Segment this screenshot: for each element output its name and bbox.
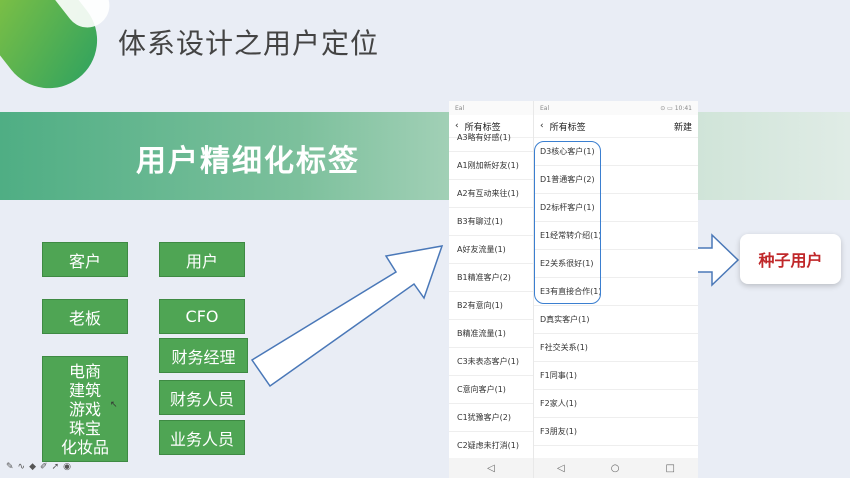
nav-bar: ‹ 所有标签 新建 — [534, 115, 698, 138]
box-finance-staff: 财务人员 — [159, 380, 245, 415]
banner-strip — [0, 112, 850, 200]
list-item[interactable]: F3朋友(1) — [534, 418, 698, 446]
status-time: ⊙ ▭ 10:41 — [660, 104, 692, 112]
diagonal-arrow-icon — [250, 245, 444, 388]
industry-construction: 建筑 — [68, 380, 101, 400]
status-bar: Eal ⊙ ▭ 10:41 — [534, 101, 698, 115]
eraser-icon[interactable]: ◆ — [29, 462, 36, 472]
industry-ecommerce: 电商 — [68, 361, 101, 381]
box-cfo: CFO — [159, 299, 245, 334]
list-item[interactable]: C意向客户(1) — [449, 376, 533, 404]
back-icon[interactable]: ‹ — [540, 121, 544, 131]
phone-screen-left: Eal ‹ 所有标签 A3略有好感(1) A1刚加新好友(1) A2有互动来往(… — [449, 101, 533, 478]
list-item[interactable]: C3未表态客户(1) — [449, 348, 533, 376]
banner-title: 用户精细化标签 — [136, 144, 360, 179]
list-item[interactable]: B3有聊过(1) — [449, 208, 533, 236]
list-item[interactable]: B精准流量(1) — [449, 320, 533, 348]
list-item[interactable]: F1同事(1) — [534, 362, 698, 390]
pen-icon[interactable]: ✎ — [6, 462, 14, 472]
seed-users-label: 种子用户 — [740, 234, 841, 284]
nav-title: 所有标签 — [464, 122, 501, 133]
list-item[interactable]: D真实客户(1) — [534, 306, 698, 334]
industry-gaming: 游戏 — [68, 399, 101, 419]
system-home-icon[interactable]: ○ — [611, 463, 620, 474]
system-nav-bar: ◁ — [449, 458, 533, 478]
list-item[interactable]: A1刚加新好友(1) — [449, 152, 533, 180]
new-tag-button[interactable]: 新建 — [674, 120, 692, 133]
industry-jewelry: 珠宝 — [68, 418, 101, 438]
system-back-icon[interactable]: ◁ — [487, 463, 495, 474]
list-item[interactable]: A好友流量(1) — [449, 236, 533, 264]
back-icon[interactable]: ‹ — [455, 121, 459, 131]
presentation-toolbar: ✎ ∿ ◆ ✐ ➚ ◉ — [6, 462, 71, 472]
highlighter-icon[interactable]: ✐ — [40, 462, 48, 472]
list-item[interactable]: B2有意向(1) — [449, 292, 533, 320]
list-item[interactable]: F2家人(1) — [534, 390, 698, 418]
target-icon[interactable]: ◉ — [63, 462, 71, 472]
box-boss: 老板 — [42, 299, 128, 334]
pointer-icon[interactable]: ➚ — [52, 462, 60, 472]
list-item[interactable]: A2有互动来往(1) — [449, 180, 533, 208]
industry-cosmetics: 化妆品 — [60, 437, 109, 457]
list-item[interactable]: B1精准客户(2) — [449, 264, 533, 292]
curve-icon[interactable]: ∿ — [18, 462, 26, 472]
signal-indicator: Eal — [540, 104, 550, 112]
mouse-cursor-icon: ↖ — [110, 400, 118, 410]
system-nav-bar: ◁ ○ □ — [534, 458, 698, 478]
box-business-staff: 业务人员 — [159, 420, 245, 455]
highlight-outline — [534, 141, 601, 304]
list-item[interactable]: F社交关系(1) — [534, 334, 698, 362]
list-item[interactable]: C2疑虑未打消(1) — [449, 432, 533, 460]
status-bar: Eal — [449, 101, 533, 115]
list-item[interactable]: C1犹豫客户(2) — [449, 404, 533, 432]
signal-indicator: Eal — [455, 104, 465, 112]
box-finance-manager: 财务经理 — [159, 338, 248, 373]
nav-title: 所有标签 — [549, 122, 586, 133]
box-customer: 客户 — [42, 242, 128, 277]
tag-list: A3略有好感(1) A1刚加新好友(1) A2有互动来往(1) B3有聊过(1)… — [449, 124, 533, 460]
system-recent-icon[interactable]: □ — [666, 463, 675, 474]
box-user: 用户 — [159, 242, 245, 277]
slide-title: 体系设计之用户定位 — [118, 27, 380, 60]
system-back-icon[interactable]: ◁ — [557, 463, 565, 474]
